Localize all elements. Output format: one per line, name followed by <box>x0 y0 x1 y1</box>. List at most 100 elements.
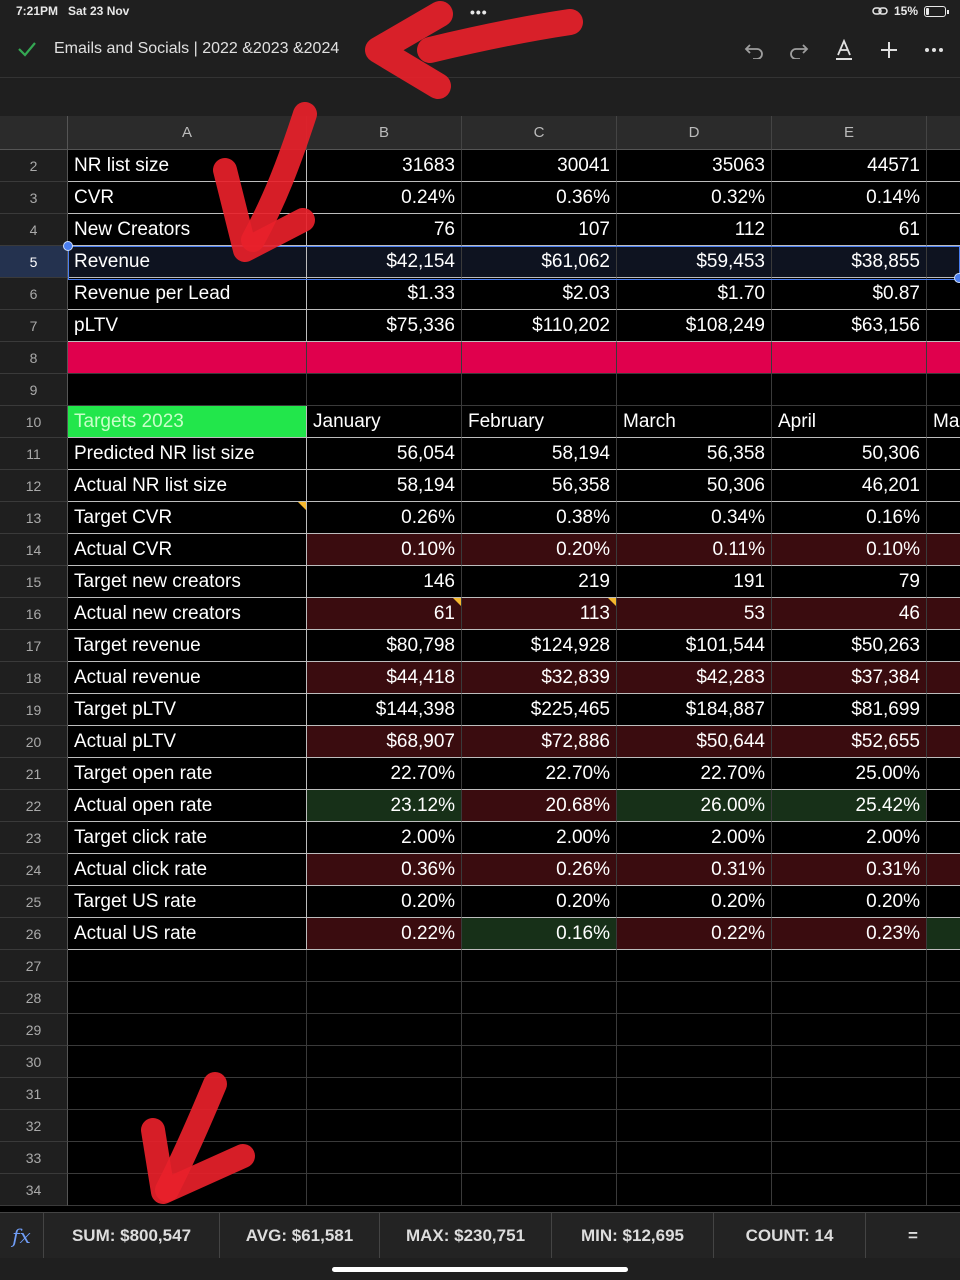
cell-b26[interactable]: 0.22% <box>307 918 462 950</box>
cell-e22[interactable]: 25.42% <box>772 790 927 822</box>
cell-c26[interactable]: 0.16% <box>462 918 617 950</box>
row-header-5[interactable]: 5 <box>0 246 68 278</box>
more-options-icon[interactable] <box>920 36 948 64</box>
cell-a10[interactable]: Targets 2023 <box>68 406 307 438</box>
cell-d4[interactable]: 112 <box>617 214 772 246</box>
cell-a23[interactable]: Target click rate <box>68 822 307 854</box>
cell-c17[interactable]: $124,928 <box>462 630 617 662</box>
cell-b7[interactable]: $75,336 <box>307 310 462 342</box>
cell-f11[interactable] <box>927 438 960 470</box>
cell-e6[interactable]: $0.87 <box>772 278 927 310</box>
cell-e20[interactable]: $52,655 <box>772 726 927 758</box>
row-header-33[interactable]: 33 <box>0 1142 68 1174</box>
cell-a33[interactable] <box>68 1142 307 1174</box>
cell-f31[interactable] <box>927 1078 960 1110</box>
cell-a22[interactable]: Actual open rate <box>68 790 307 822</box>
cell-f24[interactable] <box>927 854 960 886</box>
cell-d10[interactable]: March <box>617 406 772 438</box>
cell-c6[interactable]: $2.03 <box>462 278 617 310</box>
cell-c3[interactable]: 0.36% <box>462 182 617 214</box>
cell-d14[interactable]: 0.11% <box>617 534 772 566</box>
cell-e27[interactable] <box>772 950 927 982</box>
cell-a19[interactable]: Target pLTV <box>68 694 307 726</box>
cell-a18[interactable]: Actual revenue <box>68 662 307 694</box>
row-header-23[interactable]: 23 <box>0 822 68 854</box>
cell-c2[interactable]: 30041 <box>462 150 617 182</box>
cell-d9[interactable] <box>617 374 772 406</box>
cell-d7[interactable]: $108,249 <box>617 310 772 342</box>
cell-f34[interactable] <box>927 1174 960 1206</box>
cell-f19[interactable] <box>927 694 960 726</box>
row-header-25[interactable]: 25 <box>0 886 68 918</box>
cell-e7[interactable]: $63,156 <box>772 310 927 342</box>
cell-b18[interactable]: $44,418 <box>307 662 462 694</box>
cell-e32[interactable] <box>772 1110 927 1142</box>
cell-c14[interactable]: 0.20% <box>462 534 617 566</box>
equals-toggle[interactable]: = <box>866 1213 960 1259</box>
cell-a16[interactable]: Actual new creators <box>68 598 307 630</box>
cell-f26[interactable] <box>927 918 960 950</box>
selection-handle-start[interactable] <box>63 241 73 251</box>
cell-f8[interactable] <box>927 342 960 374</box>
cell-a21[interactable]: Target open rate <box>68 758 307 790</box>
cell-a34[interactable] <box>68 1174 307 1206</box>
cell-b25[interactable]: 0.20% <box>307 886 462 918</box>
cell-e26[interactable]: 0.23% <box>772 918 927 950</box>
row-header-31[interactable]: 31 <box>0 1078 68 1110</box>
add-icon[interactable] <box>875 36 903 64</box>
cell-e5[interactable]: $38,855 <box>772 246 927 278</box>
cell-b28[interactable] <box>307 982 462 1014</box>
row-header-26[interactable]: 26 <box>0 918 68 950</box>
row-header-17[interactable]: 17 <box>0 630 68 662</box>
column-header-e[interactable]: E <box>772 116 927 150</box>
cell-b12[interactable]: 58,194 <box>307 470 462 502</box>
row-header-6[interactable]: 6 <box>0 278 68 310</box>
cell-d17[interactable]: $101,544 <box>617 630 772 662</box>
cell-b6[interactable]: $1.33 <box>307 278 462 310</box>
column-header-d[interactable]: D <box>617 116 772 150</box>
cell-d15[interactable]: 191 <box>617 566 772 598</box>
comment-indicator[interactable] <box>608 598 616 606</box>
cell-c21[interactable]: 22.70% <box>462 758 617 790</box>
cell-f16[interactable] <box>927 598 960 630</box>
cell-f27[interactable] <box>927 950 960 982</box>
cell-b5[interactable]: $42,154 <box>307 246 462 278</box>
cell-f28[interactable] <box>927 982 960 1014</box>
cell-b3[interactable]: 0.24% <box>307 182 462 214</box>
cell-b14[interactable]: 0.10% <box>307 534 462 566</box>
row-header-20[interactable]: 20 <box>0 726 68 758</box>
cell-c10[interactable]: February <box>462 406 617 438</box>
cell-b27[interactable] <box>307 950 462 982</box>
min-stat[interactable]: MIN: $12,695 <box>552 1212 714 1259</box>
cell-b15[interactable]: 146 <box>307 566 462 598</box>
column-header-c[interactable]: C <box>462 116 617 150</box>
cell-b22[interactable]: 23.12% <box>307 790 462 822</box>
cell-a4[interactable]: New Creators <box>68 214 307 246</box>
cell-c30[interactable] <box>462 1046 617 1078</box>
row-header-34[interactable]: 34 <box>0 1174 68 1206</box>
cell-e18[interactable]: $37,384 <box>772 662 927 694</box>
cell-e28[interactable] <box>772 982 927 1014</box>
cell-f22[interactable] <box>927 790 960 822</box>
document-title[interactable]: Emails and Socials | 2022 &2023 &2024 <box>54 40 339 58</box>
cell-d30[interactable] <box>617 1046 772 1078</box>
cell-d27[interactable] <box>617 950 772 982</box>
cell-f9[interactable] <box>927 374 960 406</box>
cell-b29[interactable] <box>307 1014 462 1046</box>
cell-a20[interactable]: Actual pLTV <box>68 726 307 758</box>
cell-b23[interactable]: 2.00% <box>307 822 462 854</box>
row-header-30[interactable]: 30 <box>0 1046 68 1078</box>
cell-e12[interactable]: 46,201 <box>772 470 927 502</box>
row-header-9[interactable]: 9 <box>0 374 68 406</box>
cell-f21[interactable] <box>927 758 960 790</box>
cell-d32[interactable] <box>617 1110 772 1142</box>
cell-f4[interactable] <box>927 214 960 246</box>
cell-e13[interactable]: 0.16% <box>772 502 927 534</box>
row-header-29[interactable]: 29 <box>0 1014 68 1046</box>
cell-d19[interactable]: $184,887 <box>617 694 772 726</box>
cell-b34[interactable] <box>307 1174 462 1206</box>
row-header-11[interactable]: 11 <box>0 438 68 470</box>
cell-a9[interactable] <box>68 374 307 406</box>
cell-f13[interactable] <box>927 502 960 534</box>
selection-handle-end[interactable] <box>954 273 960 283</box>
